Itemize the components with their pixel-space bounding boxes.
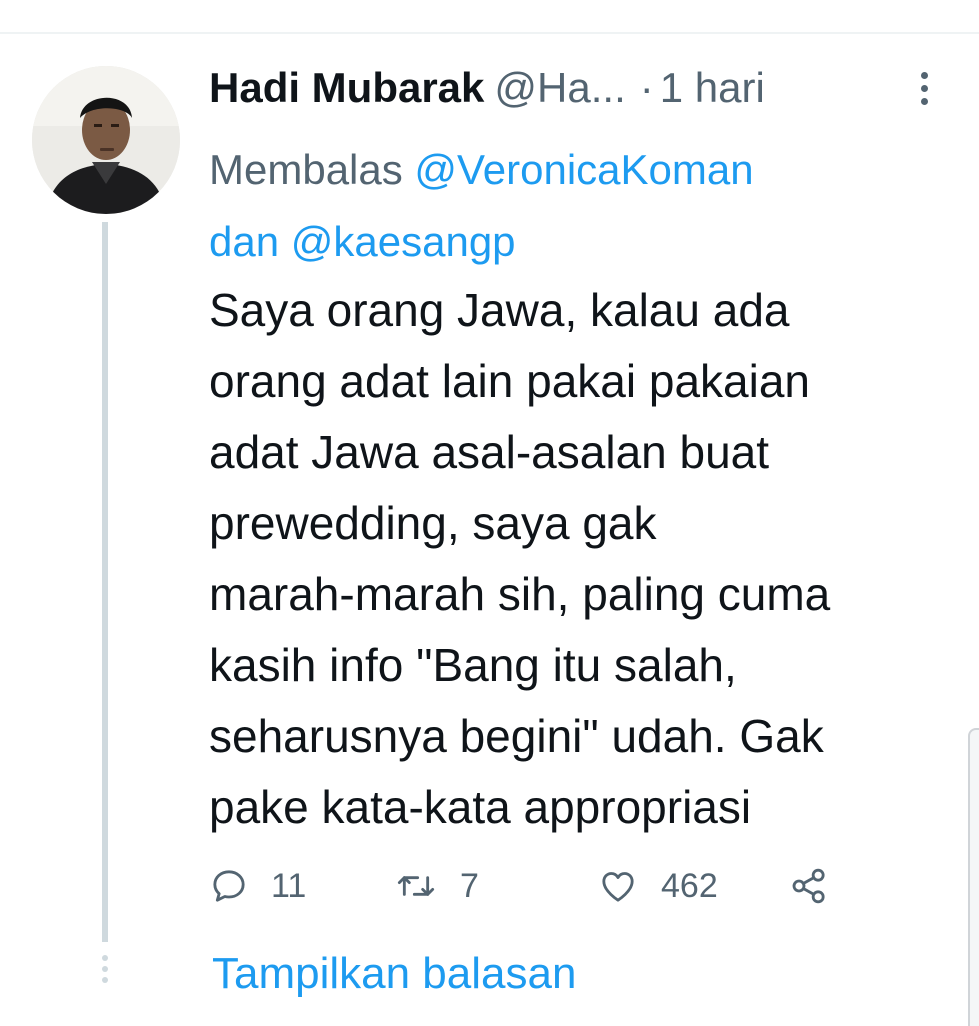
like-button[interactable]: 462 <box>597 860 718 912</box>
more-vertical-icon[interactable] <box>918 72 932 112</box>
share-button[interactable] <box>789 860 829 912</box>
avatar[interactable] <box>32 66 180 214</box>
share-icon <box>792 868 825 904</box>
like-count: 462 <box>661 866 718 905</box>
header-separator: · <box>639 64 654 111</box>
reply-mention-veronicakoman[interactable]: @VeronicaKoman <box>414 146 753 193</box>
avatar-image <box>32 66 180 214</box>
thread-line <box>102 222 108 942</box>
reply-context: Membalas @VeronicaKoman dan @kaesangp <box>209 134 909 278</box>
author-handle[interactable]: @Ha... <box>494 64 625 111</box>
reply-prefix: Membalas <box>209 146 403 193</box>
reply-mention-kaesangp[interactable]: @kaesangp <box>291 218 516 265</box>
scroll-edge <box>968 728 979 1026</box>
retweet-button[interactable]: 7 <box>394 860 479 912</box>
reply-count: 11 <box>271 866 307 905</box>
tweet-timestamp[interactable]: 1 hari <box>660 64 765 111</box>
top-divider <box>0 32 979 34</box>
tweet-text: Saya orang Jawa, kalau ada orang adat la… <box>209 284 831 833</box>
tweet-header: Hadi Mubarak @Ha... · 1 hari <box>209 64 909 116</box>
author-name[interactable]: Hadi Mubarak <box>209 64 484 111</box>
reply-joiner: dan <box>209 218 280 265</box>
tweet-actions: 11 7 462 <box>209 860 849 912</box>
show-replies-link[interactable]: Tampilkan balasan <box>212 944 576 1004</box>
reply-button[interactable]: 11 <box>209 860 306 912</box>
heart-icon <box>602 872 634 902</box>
retweet-icon <box>397 876 435 896</box>
retweet-count: 7 <box>460 866 479 905</box>
thread-continuation-dots <box>99 955 111 985</box>
reply-icon <box>213 870 245 902</box>
